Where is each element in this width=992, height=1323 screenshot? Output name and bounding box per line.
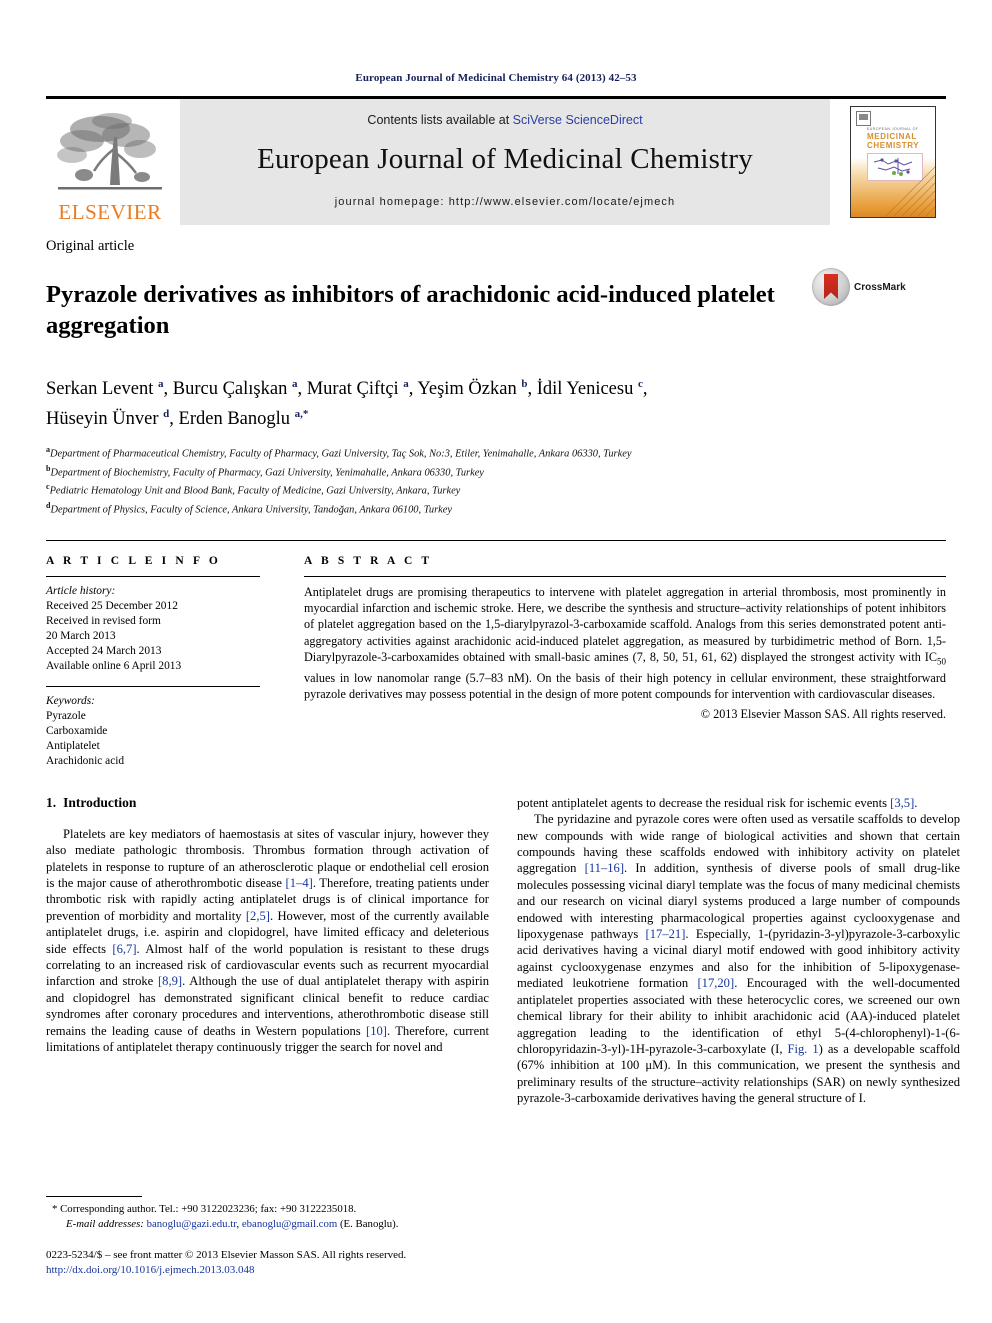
keyword-item: Pyrazole	[46, 709, 86, 722]
intro-paragraph-right-2: The pyridazine and pyrazole cores were o…	[517, 811, 960, 1106]
citation-ref[interactable]: [17,20]	[697, 976, 734, 990]
elsevier-wordmark: ELSEVIER	[58, 200, 162, 224]
email-suffix: (E. Banoglu).	[337, 1217, 399, 1230]
affiliation-text-b: Department of Biochemistry, Faculty of P…	[50, 467, 484, 479]
history-item: Accepted 24 March 2013	[46, 644, 162, 657]
cover-elsevier-mark-icon	[856, 111, 871, 126]
footnote-divider	[46, 1196, 142, 1198]
affiliation-text-d: Department of Physics, Faculty of Scienc…	[50, 504, 452, 516]
article-info-column: A R T I C L E I N F O Article history: R…	[46, 555, 260, 769]
crossmark-badge[interactable]: CrossMark	[812, 268, 906, 306]
author-line-1: Serkan Levent a, Burcu Çalışkan a, Murat…	[46, 377, 648, 399]
abstract-column: A B S T R A C T Antiplatelet drugs are p…	[304, 555, 946, 769]
affiliation-a: aDepartment of Pharmaceutical Chemistry,…	[46, 443, 946, 462]
citation-ref[interactable]: [17–21]	[646, 927, 686, 941]
history-item: Received 25 December 2012	[46, 599, 178, 612]
citation-ref[interactable]: [2,5]	[246, 909, 270, 923]
keyword-item: Carboxamide	[46, 724, 108, 737]
author-list: Serkan Levent a, Burcu Çalışkan a, Murat…	[46, 372, 846, 432]
affiliation-text-a: Department of Pharmaceutical Chemistry, …	[50, 448, 632, 460]
figure-ref[interactable]: Fig. 1	[787, 1042, 818, 1056]
body-columns: 1. Introduction Platelets are key mediato…	[46, 795, 960, 1107]
intro-right-b: .	[914, 795, 918, 810]
citation-ref[interactable]: [1–4]	[286, 876, 313, 890]
citation-ref[interactable]: [10]	[366, 1024, 387, 1038]
elsevier-logo: ELSEVIER	[46, 99, 174, 225]
corresponding-author-note: * Corresponding author. Tel.: +90 312202…	[52, 1203, 357, 1216]
issn-block: 0223-5234/$ – see front matter © 2013 El…	[46, 1248, 489, 1277]
journal-cover-thumbnail: EUROPEAN JOURNAL OF MEDICINAL CHEMISTRY	[840, 99, 946, 225]
email-label: E-mail addresses:	[66, 1217, 144, 1230]
article-history-label: Article history:	[46, 584, 116, 597]
crossmark-label: CrossMark	[854, 281, 906, 293]
footnote-block: * Corresponding author. Tel.: +90 312202…	[46, 1196, 489, 1277]
sciencedirect-link[interactable]: SciVerse ScienceDirect	[513, 113, 643, 127]
intro-paragraph-right-cont: potent antiplatelet agents to decrease t…	[517, 795, 960, 811]
journal-masthead: ELSEVIER Contents lists available at Sci…	[46, 96, 946, 225]
abstract-part-2: values in low nanomolar range (5.7–83 nM…	[304, 670, 946, 702]
divider	[304, 575, 946, 577]
abstract-copyright: © 2013 Elsevier Masson SAS. All rights r…	[700, 707, 946, 722]
title-row: Pyrazole derivatives as inhibitors of ar…	[46, 263, 946, 358]
email-link-1[interactable]: banoglu@gazi.edu.tr	[147, 1218, 237, 1230]
history-item: Available online 6 April 2013	[46, 659, 182, 672]
keywords-label: Keywords:	[46, 694, 95, 707]
masthead-center: Contents lists available at SciVerse Sci…	[180, 99, 830, 225]
intro-right-a: potent antiplatelet agents to decrease t…	[517, 795, 891, 810]
divider	[46, 685, 260, 687]
abstract-subscript: 50	[937, 656, 946, 667]
affiliation-d: dDepartment of Physics, Faculty of Scien…	[46, 499, 946, 518]
intro-paragraph-left: Platelets are key mediators of haemostas…	[46, 826, 489, 1056]
keyword-item: Antiplatelet	[46, 739, 100, 752]
cover-image: EUROPEAN JOURNAL OF MEDICINAL CHEMISTRY	[850, 106, 936, 218]
doi-link[interactable]: http://dx.doi.org/10.1016/j.ejmech.2013.…	[46, 1263, 489, 1278]
cover-publisher-line: EUROPEAN JOURNAL OF	[867, 127, 919, 131]
elsevier-tree-icon	[57, 113, 162, 190]
affiliation-text-c: Pediatric Hematology Unit and Blood Bank…	[49, 485, 461, 497]
cover-diagonal-lines	[884, 166, 935, 217]
affiliation-c: cPediatric Hematology Unit and Blood Ban…	[46, 480, 946, 499]
running-head: European Journal of Medicinal Chemistry …	[355, 72, 637, 84]
contents-available-line: Contents lists available at SciVerse Sci…	[367, 113, 642, 127]
cover-title-line1: MEDICINAL	[867, 132, 917, 141]
article-page: European Journal of Medicinal Chemistry …	[0, 0, 992, 1323]
email-link-2[interactable]: ebanoglu@gmail.com	[242, 1218, 337, 1230]
page-title: Pyrazole derivatives as inhibitors of ar…	[46, 281, 775, 340]
info-abstract-block: A R T I C L E I N F O Article history: R…	[46, 539, 946, 769]
body-column-left: 1. Introduction Platelets are key mediato…	[46, 795, 489, 1107]
section-heading-introduction: 1. Introduction	[46, 795, 489, 811]
keyword-item: Arachidonic acid	[46, 754, 125, 767]
history-item: 20 March 2013	[46, 629, 116, 642]
citation-ref[interactable]: [3,5]	[890, 796, 914, 810]
abstract-heading: A B S T R A C T	[304, 554, 433, 567]
issn-line: 0223-5234/$ – see front matter © 2013 El…	[46, 1249, 407, 1261]
affiliation-b: bDepartment of Biochemistry, Faculty of …	[46, 462, 946, 481]
contents-prefix: Contents lists available at	[367, 112, 513, 127]
article-type: Original article	[46, 238, 135, 254]
citation-ref[interactable]: [8,9]	[158, 974, 182, 988]
email-addresses-note: E-mail addresses: banoglu@gazi.edu.tr, e…	[46, 1217, 489, 1231]
journal-homepage[interactable]: journal homepage: http://www.elsevier.co…	[335, 196, 676, 208]
abstract-text: Antiplatelet drugs are promising therape…	[304, 584, 946, 703]
cover-title-line2: CHEMISTRY	[867, 141, 920, 150]
affiliations: aDepartment of Pharmaceutical Chemistry,…	[46, 443, 946, 518]
section-title: Introduction	[63, 794, 137, 810]
journal-title: European Journal of Medicinal Chemistry	[257, 142, 753, 175]
citation-ref[interactable]: [11–16]	[585, 861, 624, 875]
body-column-right: potent antiplatelet agents to decrease t…	[517, 795, 960, 1107]
abstract-part-1: Antiplatelet drugs are promising therape…	[304, 584, 946, 664]
citation-ref[interactable]: [6,7]	[112, 942, 136, 956]
cover-title: MEDICINAL CHEMISTRY	[867, 132, 919, 150]
divider	[46, 575, 260, 577]
crossmark-icon	[812, 268, 850, 306]
history-item: Received in revised form	[46, 614, 161, 627]
author-line-2: Hüseyin Ünver d, Erden Banoglu a,*	[46, 407, 309, 430]
article-info-heading: A R T I C L E I N F O	[46, 554, 221, 567]
section-number: 1.	[46, 794, 57, 810]
